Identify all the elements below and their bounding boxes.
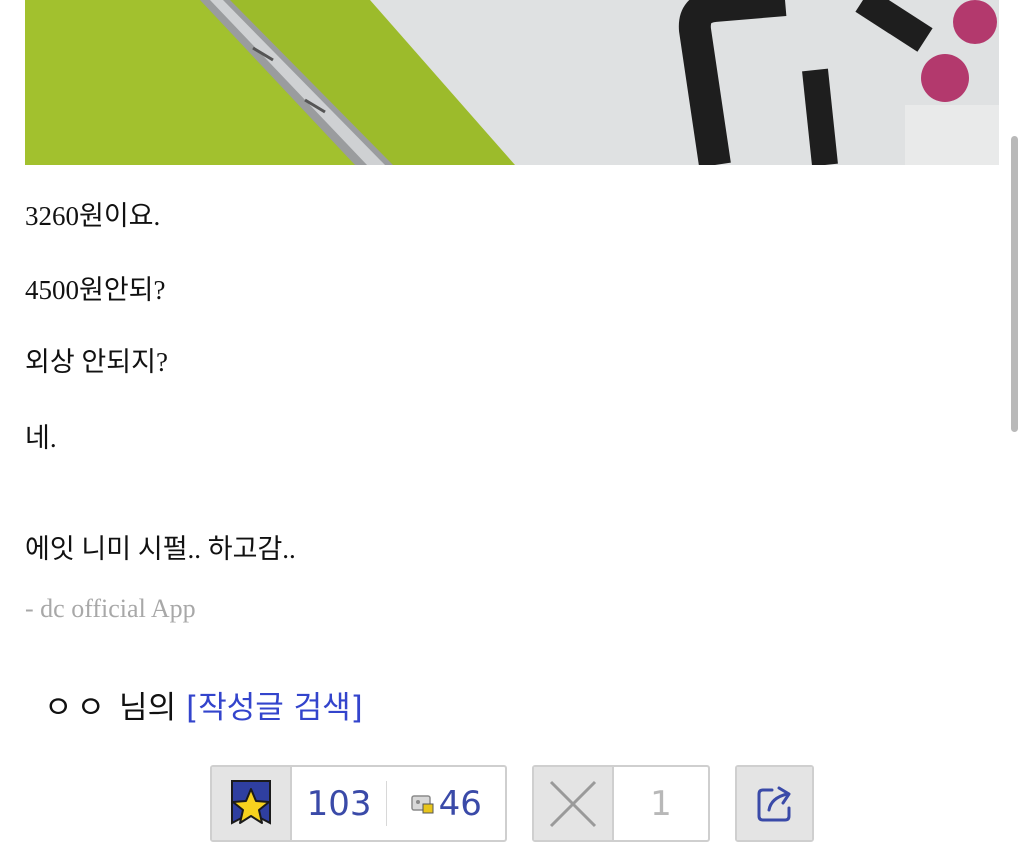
share-group (735, 765, 814, 842)
author-suffix: 님의 (119, 690, 177, 726)
app-signature: - dc official App (25, 594, 196, 623)
fixed-upvote-count-box: 46 (387, 767, 505, 840)
downvote-button[interactable] (534, 767, 614, 840)
share-button[interactable] (737, 767, 812, 840)
star-icon (230, 779, 271, 825)
post-image[interactable] (25, 0, 999, 165)
upvote-count: 103 (306, 783, 372, 824)
x-icon (549, 780, 597, 827)
share-icon (757, 786, 790, 821)
post-line-5: 에잇 니미 시펄.. 하고감.. (25, 534, 296, 564)
upvote-group: 103 46 (210, 765, 507, 842)
author-nickname[interactable]: ㅇㅇ (44, 690, 109, 726)
downvote-count: 1 (650, 783, 672, 824)
author-posts-search-link[interactable]: [작성글 검색] (186, 690, 363, 726)
author-line: ㅇㅇ 님의 [작성글 검색] (44, 682, 363, 727)
post-line-4: 네. (25, 423, 57, 453)
post-line-1: 3260원이요. (25, 201, 161, 231)
fixed-upvote-count: 46 (438, 783, 482, 824)
fixed-user-icon (410, 794, 434, 813)
post-line-3: 외상 안되지? (25, 347, 168, 377)
post-line-2: 4500원안되? (25, 275, 166, 305)
downvote-group: 1 (532, 765, 710, 842)
upvote-button[interactable] (212, 767, 292, 840)
scrollbar-thumb[interactable] (1011, 136, 1018, 432)
